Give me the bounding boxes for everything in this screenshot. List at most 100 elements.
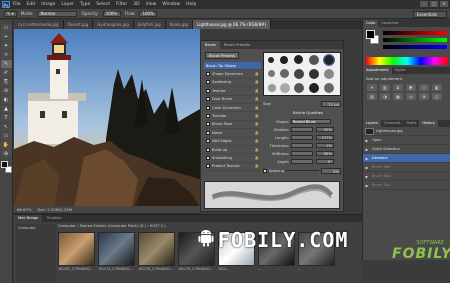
- brush-tip[interactable]: [294, 69, 304, 79]
- history-state[interactable]: ▪ Quick Selection: [363, 145, 450, 154]
- quick-selection-tool-icon[interactable]: ✦: [0, 42, 12, 50]
- brush-tool-icon[interactable]: ✎: [0, 60, 12, 68]
- spacing-checkbox[interactable]: [263, 168, 267, 173]
- lock-icon[interactable]: 🔒: [255, 106, 259, 110]
- param-value[interactable]: 0°: [316, 158, 334, 165]
- lock-icon[interactable]: 🔒: [255, 156, 259, 160]
- nav-computer[interactable]: Computer: [18, 226, 54, 230]
- brush-option[interactable]: Noise 🔒: [204, 129, 261, 138]
- brush-presets-button[interactable]: Brush Presets: [205, 52, 239, 59]
- flow-field[interactable]: 100%: [139, 10, 158, 17]
- curves-icon[interactable]: ⧄: [393, 84, 403, 91]
- brush-option-checkbox[interactable]: [206, 105, 210, 110]
- brush-option-checkbox[interactable]: [206, 72, 210, 77]
- brush-option[interactable]: Shape Dynamics 🔒: [204, 70, 261, 79]
- red-slider[interactable]: [383, 31, 447, 35]
- brush-option-checkbox[interactable]: [206, 80, 210, 85]
- param-slider[interactable]: [291, 150, 313, 157]
- thumbnail[interactable]: 161274_179946002...: [98, 232, 135, 276]
- brush-option-checkbox[interactable]: [206, 114, 210, 119]
- lock-icon[interactable]: 🔒: [255, 139, 259, 143]
- menu-select[interactable]: Select: [96, 2, 110, 7]
- param-value[interactable]: 35%: [316, 126, 334, 133]
- shape-select[interactable]: Round Blunt: [291, 118, 331, 125]
- type-tool-icon[interactable]: T: [0, 114, 12, 122]
- gradient-tool-icon[interactable]: ◐: [0, 96, 12, 104]
- menu-layer[interactable]: Layer: [61, 2, 74, 7]
- brush-option[interactable]: Build-up 🔒: [204, 146, 261, 155]
- history-snapshot[interactable]: Lighthouse.jpg: [363, 127, 450, 136]
- lock-icon[interactable]: 🔒: [255, 114, 259, 118]
- doc-tab[interactable]: Desert.jpg: [63, 20, 94, 29]
- color-spectrum[interactable]: [366, 57, 448, 65]
- tab-brush-presets[interactable]: Brush Presets: [220, 41, 254, 49]
- history-state[interactable]: ▪ Open: [363, 136, 450, 145]
- brush-tip[interactable]: [268, 70, 275, 77]
- spacing-slider[interactable]: [286, 170, 319, 171]
- brush-option-checkbox[interactable]: [206, 147, 210, 152]
- menu-window[interactable]: Window: [162, 2, 180, 7]
- brush-tip[interactable]: [280, 56, 288, 64]
- brightness-icon[interactable]: ☀: [367, 84, 377, 91]
- tab-adjustments[interactable]: Adjustments: [363, 67, 392, 74]
- eraser-tool-icon[interactable]: ⊘: [0, 87, 12, 95]
- brush-option[interactable]: Wet Edges 🔒: [204, 138, 261, 146]
- lock-icon[interactable]: 🔒: [255, 72, 259, 76]
- brush-tip[interactable]: [324, 69, 334, 79]
- doc-tab[interactable]: cycl.onthemedio.jpg: [14, 20, 64, 29]
- history-state[interactable]: ▪ Brush Tool: [363, 181, 450, 190]
- menu-help[interactable]: Help: [186, 2, 196, 7]
- menu-edit[interactable]: Edit: [27, 2, 36, 7]
- tab-history[interactable]: History: [419, 120, 439, 127]
- path-selection-tool-icon[interactable]: ↖: [0, 123, 12, 131]
- brush-tip[interactable]: [294, 83, 304, 93]
- lock-icon[interactable]: 🔒: [255, 131, 259, 135]
- brush-option[interactable]: Brush Pose 🔒: [204, 121, 261, 130]
- workspace-switcher[interactable]: Essentials: [413, 10, 447, 18]
- brush-option[interactable]: Color Dynamics 🔒: [204, 104, 261, 113]
- doc-tab[interactable]: Jellyfish.jpg: [133, 20, 166, 29]
- brush-option[interactable]: Protect Texture 🔒: [204, 163, 261, 172]
- green-slider[interactable]: [383, 38, 447, 42]
- brush-tip[interactable]: [324, 83, 334, 93]
- opacity-field[interactable]: 100%: [102, 10, 121, 17]
- menu-type[interactable]: Type: [80, 2, 90, 7]
- tab-color[interactable]: Color: [363, 20, 379, 27]
- minimize-button[interactable]: –: [420, 1, 428, 7]
- brush-tip[interactable]: [280, 83, 290, 93]
- brush-option-checkbox[interactable]: [206, 88, 210, 93]
- tab-layers[interactable]: Layers: [363, 120, 381, 127]
- doc-size-info[interactable]: Doc: 2.25M/2.25M: [37, 206, 72, 213]
- marquee-tool-icon[interactable]: ▭: [0, 24, 12, 32]
- invert-icon[interactable]: ◫: [432, 93, 442, 100]
- lock-icon[interactable]: 🔒: [255, 148, 259, 152]
- tab-swatches[interactable]: Swatches: [378, 20, 401, 27]
- history-state[interactable]: ▪ Brush Tool: [363, 163, 450, 172]
- brush-tip[interactable]: [280, 69, 289, 78]
- tab-channels[interactable]: Channels: [381, 120, 404, 127]
- tool-preset-picker[interactable]: ✎ ▾: [4, 10, 17, 17]
- color-swatches[interactable]: [0, 161, 12, 175]
- levels-icon[interactable]: ▥: [380, 84, 390, 91]
- vibrance-icon[interactable]: ▽: [419, 84, 429, 91]
- breadcrumb[interactable]: Computer › Shared Folders (Computer Poin…: [58, 224, 166, 230]
- param-value[interactable]: 56%: [316, 150, 334, 157]
- brush-option[interactable]: Smoothing 🔒: [204, 154, 261, 163]
- param-value[interactable]: 137%: [316, 134, 334, 141]
- close-button[interactable]: ×: [440, 1, 448, 7]
- history-brush-tool-icon[interactable]: ⎘: [0, 78, 12, 86]
- brush-option-checkbox[interactable]: [206, 155, 210, 160]
- brush-tip[interactable]: [268, 84, 276, 92]
- brush-option-checkbox[interactable]: [206, 130, 210, 135]
- hue-saturation-icon[interactable]: ◧: [432, 84, 442, 91]
- move-tool-icon[interactable]: ⌖: [0, 33, 12, 41]
- menu-3d[interactable]: 3D: [133, 2, 139, 7]
- brush-option[interactable]: Dual Brush 🔒: [204, 96, 261, 104]
- zoom-level[interactable]: 66.67%: [17, 206, 31, 213]
- menu-filter[interactable]: Filter: [116, 2, 127, 7]
- brush-tip[interactable]: [268, 57, 274, 63]
- brush-option-checkbox[interactable]: [206, 164, 210, 169]
- hand-tool-icon[interactable]: ✋: [0, 141, 12, 149]
- history-state-selected[interactable]: ▪ Deselect: [363, 154, 450, 163]
- photo-filter-icon[interactable]: ▦: [393, 93, 403, 100]
